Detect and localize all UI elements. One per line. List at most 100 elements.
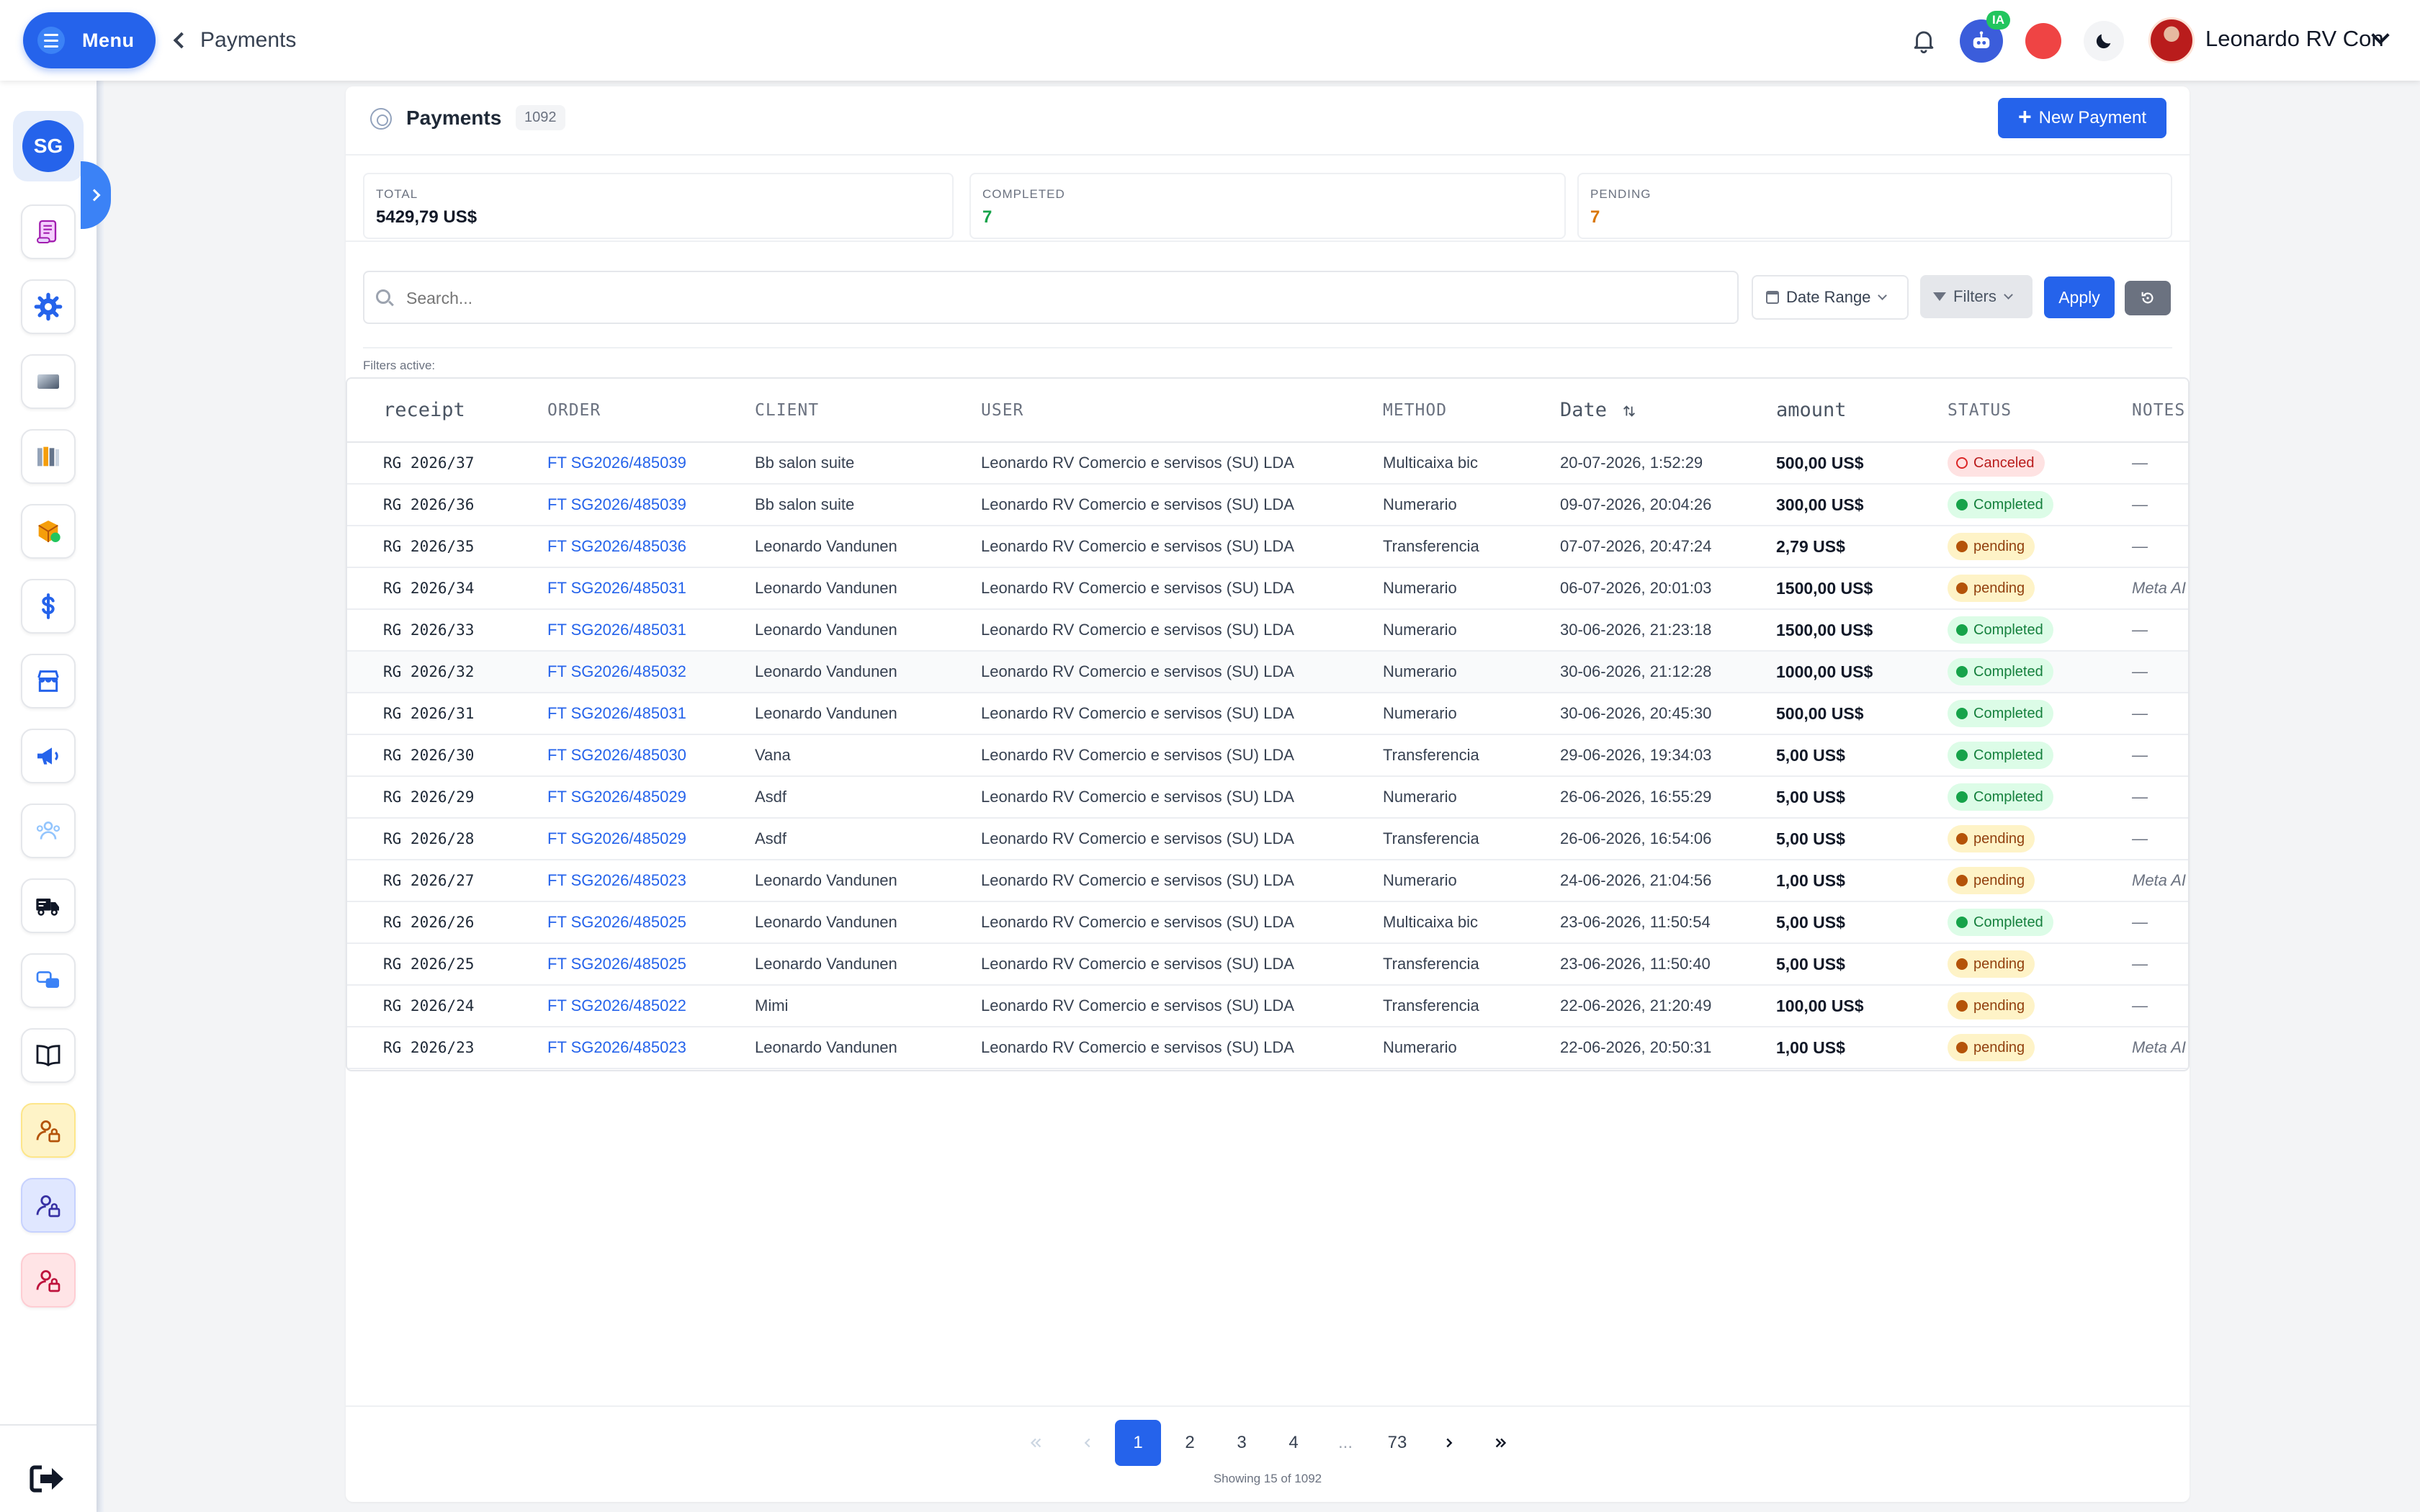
company-switcher[interactable]: SG [13,111,84,181]
user-name[interactable]: Leonardo RV Con [2205,26,2384,52]
table-row[interactable]: RG 2026/26 FT SG2026/485025 Leonardo Vandu… [347,901,2188,944]
cell-receipt: RG 2026/26 [347,901,547,944]
cell-order-link[interactable]: FT SG2026/485032 [547,651,755,693]
next-page-button[interactable] [1426,1420,1472,1466]
cell-order-link[interactable]: FT SG2026/485025 [547,901,755,944]
table-row[interactable]: RG 2026/30 FT SG2026/485030 Vana Leonardo R… [347,734,2188,777]
sort-icon[interactable] [1621,403,1637,419]
bell-icon[interactable] [1910,26,1937,55]
table-row[interactable]: RG 2026/24 FT SG2026/485022 Mimi Leonardo R… [347,985,2188,1027]
cell-method: Numerario [1383,693,1560,735]
logout-icon[interactable] [29,1463,66,1495]
cell-user: Leonardo RV Comercio e servisos (SU) LDA [981,693,1383,735]
prev-page-button[interactable] [1065,1420,1111,1466]
avatar[interactable] [2148,17,2195,63]
cell-client: Leonardo Vandunen [755,651,981,693]
cell-amount: 5,00 US$ [1776,943,1948,986]
page-4-button[interactable]: 4 [1270,1420,1317,1466]
cell-order-link[interactable]: FT SG2026/485039 [547,484,755,526]
sidebar-item-marketing[interactable] [21,729,76,783]
dark-mode-toggle[interactable] [2084,21,2124,61]
table-row[interactable]: RG 2026/23 FT SG2026/485023 Leonardo Vandu… [347,1027,2188,1069]
cell-order-link[interactable]: FT SG2026/485036 [547,526,755,568]
sidebar-item-user-manager[interactable] [21,1178,76,1233]
table-row[interactable]: RG 2026/34 FT SG2026/485031 Leonardo Vandu… [347,567,2188,610]
col-order[interactable]: ORDER [547,379,755,443]
menu-button[interactable]: Menu [23,12,156,68]
sidebar-item-window[interactable] [21,354,76,409]
sidebar-item-messages[interactable] [21,953,76,1008]
sidebar-item-docs[interactable] [21,1028,76,1083]
date-range-picker[interactable]: Date Range [1752,275,1909,320]
megaphone-icon [37,747,58,765]
cell-method: Transferencia [1383,818,1560,860]
cell-status: pending [1948,567,2132,610]
cell-order-link[interactable]: FT SG2026/485031 [547,567,755,610]
status-label: pending [1973,538,2025,554]
sidebar-item-settings[interactable] [21,279,76,334]
sidebar-item-library[interactable] [21,429,76,484]
page-2-button[interactable]: 2 [1167,1420,1213,1466]
col-client[interactable]: CLIENT [755,379,981,443]
status-badge: pending [1948,867,2035,894]
breadcrumb-back[interactable]: Payments [170,24,296,56]
table-row[interactable]: RG 2026/33 FT SG2026/485031 Leonardo Vandu… [347,609,2188,652]
cell-order-link[interactable]: FT SG2026/485029 [547,776,755,819]
cell-order-link[interactable]: FT SG2026/485025 [547,943,755,986]
cell-order-link[interactable]: FT SG2026/485031 [547,693,755,735]
table-row[interactable]: RG 2026/28 FT SG2026/485029 Asdf Leonardo R… [347,818,2188,860]
col-method[interactable]: METHOD [1383,379,1560,443]
page-3-button[interactable]: 3 [1219,1420,1265,1466]
table-row[interactable]: RG 2026/29 FT SG2026/485029 Asdf Leonardo R… [347,776,2188,819]
cell-order-link[interactable]: FT SG2026/485039 [547,442,755,485]
sidebar-item-store[interactable] [21,654,76,708]
sidebar-item-team[interactable] [21,804,76,858]
cell-order-link[interactable]: FT SG2026/485031 [547,609,755,652]
table-row[interactable]: RG 2026/37 FT SG2026/485039 Bb salon suite… [347,442,2188,485]
apply-button[interactable]: Apply [2044,276,2115,318]
filters-dropdown[interactable]: Filters [1920,275,2033,318]
table-row[interactable]: RG 2026/25 FT SG2026/485025 Leonardo Vandu… [347,943,2188,986]
table-row[interactable]: RG 2026/31 FT SG2026/485031 Leonardo Vandu… [347,693,2188,735]
sidebar-item-products[interactable] [21,504,76,559]
menu-button-label: Menu [82,29,135,51]
cell-order-link[interactable]: FT SG2026/485023 [547,1027,755,1069]
cell-order-link[interactable]: FT SG2026/485023 [547,860,755,902]
col-receipt[interactable]: receipt [347,379,547,443]
col-notes[interactable]: NOTES [2132,379,2188,443]
sidebar-item-documents[interactable] [21,204,76,259]
page-73-button[interactable]: 73 [1374,1420,1420,1466]
sidebar-item-user-admin[interactable] [21,1103,76,1158]
status-badge: Completed [1948,700,2053,727]
table-row[interactable]: RG 2026/27 FT SG2026/485023 Leonardo Vandu… [347,860,2188,902]
cell-notes: — [2132,818,2188,860]
sidebar-collapse-toggle[interactable] [81,161,111,229]
status-badge: Completed [1948,491,2053,518]
search-input[interactable] [406,284,1717,312]
new-payment-button[interactable]: + New Payment [1998,98,2166,138]
col-date[interactable]: Date [1560,379,1776,443]
col-amount[interactable]: amount [1776,379,1948,443]
sidebar-item-delivery[interactable] [21,878,76,933]
last-page-button[interactable] [1478,1420,1524,1466]
ai-assistant-button[interactable]: IA [1960,11,2010,63]
sidebar-item-user-restricted[interactable] [21,1253,76,1308]
cell-notes: Meta AI [2132,567,2188,610]
status-indicator[interactable] [2025,23,2061,59]
table-row[interactable]: RG 2026/32 FT SG2026/485032 Leonardo Vandu… [347,651,2188,693]
page-1-button[interactable]: 1 [1115,1420,1161,1466]
reset-filters-button[interactable] [2125,281,2171,315]
col-status[interactable]: STATUS [1948,379,2132,443]
cell-order-link[interactable]: FT SG2026/485022 [547,985,755,1027]
cell-order-link[interactable]: FT SG2026/485029 [547,818,755,860]
cell-order-link[interactable]: FT SG2026/485030 [547,734,755,777]
sidebar-item-payments[interactable] [21,579,76,634]
col-user[interactable]: USER [981,379,1383,443]
search-field[interactable] [363,271,1739,324]
table-row[interactable]: RG 2026/36 FT SG2026/485039 Bb salon suite… [347,484,2188,526]
cell-receipt: RG 2026/34 [347,567,547,610]
first-page-button[interactable] [1013,1420,1059,1466]
cell-amount: 2,79 US$ [1776,526,1948,568]
cube-icon [38,521,60,542]
table-row[interactable]: RG 2026/35 FT SG2026/485036 Leonardo Vandu… [347,526,2188,568]
